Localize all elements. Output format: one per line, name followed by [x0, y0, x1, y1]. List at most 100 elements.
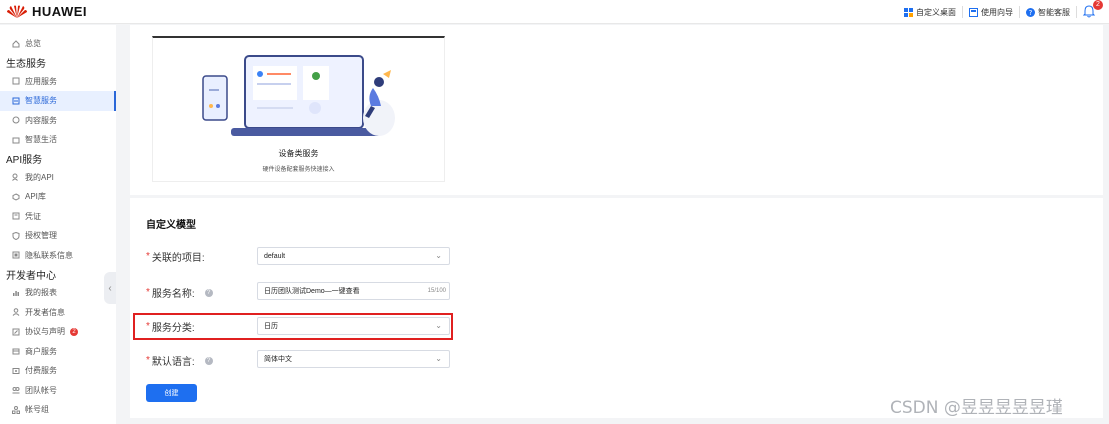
- help-icon[interactable]: ?: [204, 356, 213, 365]
- notification-badge: 2: [1093, 0, 1103, 10]
- life-icon: [12, 136, 20, 144]
- sidebar-item-content-services[interactable]: 内容服务: [0, 111, 116, 131]
- sidebar-item-label: 开发者信息: [25, 307, 65, 317]
- edit-icon: [12, 328, 20, 336]
- smart-icon: [12, 97, 20, 105]
- sidebar-item-api-library[interactable]: API库: [0, 187, 116, 207]
- sidebar-item-label: API库: [25, 192, 46, 202]
- sidebar-item-merchant[interactable]: 商户服务: [0, 342, 116, 362]
- sidebar-item-label: 付费服务: [25, 366, 57, 376]
- sidebar-item-developer-info[interactable]: 开发者信息: [0, 303, 116, 323]
- sidebar-item-smart-life[interactable]: 智慧生活: [0, 130, 116, 150]
- chevron-down-icon: ⌄: [435, 251, 442, 260]
- create-button[interactable]: 创建: [146, 384, 197, 402]
- cube-icon: [12, 193, 20, 201]
- custom-model-panel: [130, 198, 1103, 418]
- sidebar-item-label: 智慧生活: [25, 135, 57, 145]
- huawei-flower-icon: [7, 5, 27, 18]
- svg-text:?: ?: [1029, 9, 1033, 17]
- service-name-value: 日历团队测试Demo—一键查看: [264, 288, 360, 295]
- laptop-illustration: [202, 55, 395, 136]
- content-icon: [12, 116, 20, 124]
- help-icon: ?: [1026, 7, 1035, 17]
- sidebar-item-label: 团队帐号: [25, 385, 57, 395]
- language-label: 默认语言:: [151, 357, 195, 368]
- guide-icon: [969, 7, 978, 17]
- top-bar: HUAWEI 自定义桌面 使用向导 ? 智能客服 2: [0, 0, 1109, 24]
- sidebar-item-label: 凭证: [25, 211, 41, 221]
- sidebar-item-my-api[interactable]: 我的API: [0, 168, 116, 188]
- sidebar-item-label: 商户服务: [25, 346, 57, 356]
- form-title: 自定义模型: [146, 220, 196, 231]
- sidebar-item-label: 总览: [25, 39, 41, 49]
- sidebar-item-overview[interactable]: 总览: [0, 34, 116, 54]
- user-icon: [12, 308, 20, 317]
- sidebar-item-label: 隐私联系信息: [25, 250, 73, 260]
- sidebar-item-agreements[interactable]: 协议与声明 2: [0, 322, 116, 342]
- sidebar-item-team-accounts[interactable]: 团队帐号: [0, 381, 116, 401]
- huawei-logo[interactable]: HUAWEI: [6, 4, 87, 19]
- sidebar-item-label: 应用服务: [25, 76, 57, 86]
- chevron-down-icon: ⌄: [435, 354, 442, 363]
- user-api-icon: [12, 173, 20, 182]
- language-value: 简体中文: [264, 356, 292, 363]
- language-select[interactable]: 简体中文 ⌄: [257, 350, 450, 368]
- header-links: 自定义桌面 使用向导 ? 智能客服 2: [898, 0, 1103, 24]
- sidebar-item-account-groups[interactable]: 帐号组: [0, 400, 116, 420]
- sidebar-item-label: 内容服务: [25, 115, 57, 125]
- home-icon: [12, 40, 20, 48]
- help-icon[interactable]: ?: [204, 288, 213, 297]
- support-link[interactable]: ? 智能客服: [1020, 6, 1077, 18]
- required-marker: *: [146, 355, 150, 366]
- service-name-label: 服务名称:: [151, 289, 195, 300]
- sidebar-group-developer: 开发者中心: [6, 270, 56, 282]
- watermark: CSDN @昱昱昱昱昱瑾: [890, 398, 1063, 418]
- support-label: 智能客服: [1038, 7, 1070, 17]
- app-icon: [12, 77, 20, 85]
- service-name-row: * 服务名称: ?: [146, 285, 213, 300]
- custom-desktop-label: 自定义桌面: [916, 7, 956, 17]
- merchant-icon: [12, 347, 20, 355]
- project-value: default: [264, 252, 286, 260]
- grid-icon: [904, 7, 913, 17]
- privacy-icon: [12, 251, 20, 259]
- sidebar-item-label: 授权管理: [25, 231, 57, 241]
- sidebar: 总览 生态服务 应用服务 智慧服务 内容服务 智慧生活 API服务 我的API …: [0, 25, 116, 424]
- project-label: 关联的项目:: [151, 253, 205, 264]
- sidebar-item-authorization[interactable]: 授权管理: [0, 226, 116, 246]
- language-row: * 默认语言: ?: [146, 353, 213, 368]
- sidebar-item-label: 帐号组: [25, 405, 49, 415]
- sidebar-item-label: 协议与声明: [25, 327, 65, 337]
- device-service-card[interactable]: 设备类服务 硬件设备配套服务快速接入: [152, 36, 445, 182]
- sidebar-item-app-services[interactable]: 应用服务: [0, 72, 116, 92]
- credential-icon: [12, 212, 20, 220]
- category-highlight-box: [133, 313, 453, 340]
- chevron-left-icon: ‹: [108, 282, 112, 294]
- char-counter: 15/100: [427, 288, 446, 294]
- custom-desktop-link[interactable]: 自定义桌面: [898, 6, 963, 18]
- wallet-icon: [12, 367, 20, 375]
- chart-icon: [12, 289, 20, 297]
- service-name-input[interactable]: 日历团队测试Demo—一键查看 15/100: [257, 282, 450, 300]
- required-marker: *: [146, 251, 150, 262]
- brand-name: HUAWEI: [32, 4, 87, 19]
- team-icon: [12, 386, 20, 394]
- project-row: * 关联的项目:: [146, 249, 205, 264]
- guide-label: 使用向导: [981, 7, 1013, 17]
- shield-icon: [12, 231, 20, 240]
- sidebar-collapse-toggle[interactable]: ‹: [104, 272, 116, 304]
- sidebar-item-credentials[interactable]: 凭证: [0, 207, 116, 227]
- card-subtitle: 硬件设备配套服务快速接入: [262, 167, 335, 173]
- agreements-badge: 2: [70, 327, 78, 336]
- sidebar-item-privacy-contact[interactable]: 隐私联系信息: [0, 246, 116, 266]
- guide-link[interactable]: 使用向导: [963, 6, 1020, 18]
- sidebar-item-smart-services[interactable]: 智慧服务: [0, 91, 116, 111]
- sidebar-group-eco: 生态服务: [6, 59, 46, 70]
- notification-bell[interactable]: 2: [1082, 0, 1103, 19]
- project-select[interactable]: default ⌄: [257, 247, 450, 265]
- sidebar-item-paid-services[interactable]: 付费服务: [0, 361, 116, 381]
- required-marker: *: [146, 287, 150, 298]
- sidebar-item-label: 智慧服务: [25, 96, 57, 106]
- sidebar-item-reports[interactable]: 我的报表: [0, 283, 116, 303]
- group-icon: [12, 405, 20, 414]
